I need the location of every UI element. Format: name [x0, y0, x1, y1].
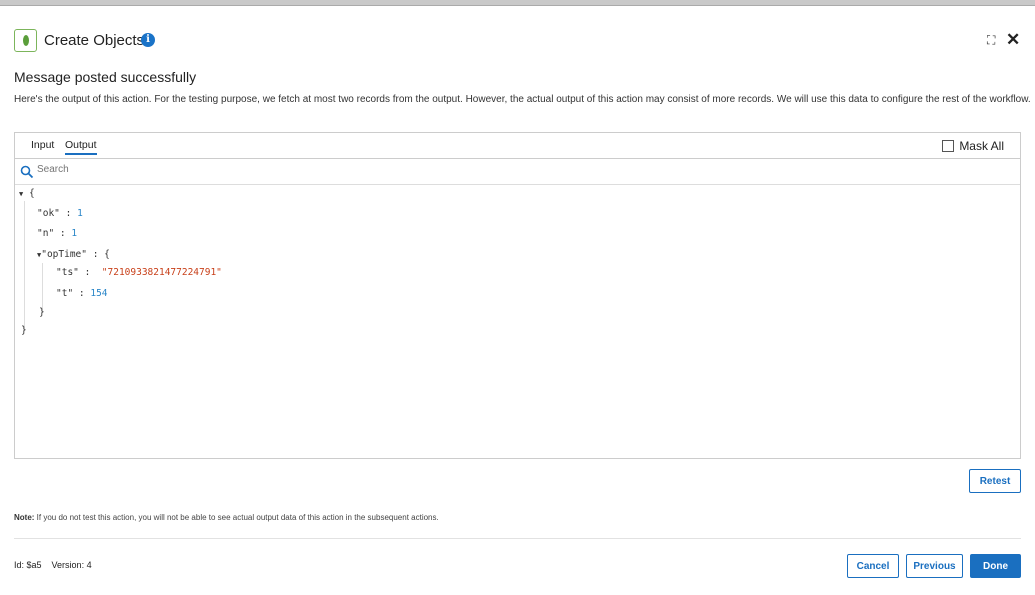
footer-meta: Id: $a5 Version: 4 [14, 560, 92, 570]
output-panel: Input Output Mask All ▼ { "ok" : 1 "n" :… [14, 132, 1021, 459]
action-id: Id: $a5 [14, 560, 42, 570]
json-brace: } [21, 325, 27, 336]
retest-button[interactable]: Retest [969, 469, 1021, 493]
json-row-ts: "ts" : "7210933821477224791" [56, 267, 222, 278]
tree-guide [42, 263, 43, 313]
json-row-n: "n" : 1 [37, 228, 78, 239]
description: Here's the output of this action. For th… [14, 94, 1031, 105]
search-bar [15, 159, 1020, 185]
json-row-ok: "ok" : 1 [37, 208, 83, 219]
expand-icon[interactable]: ⛶ [987, 33, 995, 48]
info-icon[interactable]: i [141, 33, 155, 47]
mongodb-app-icon [14, 29, 37, 52]
search-icon [20, 165, 34, 179]
mask-all-checkbox[interactable]: Mask All [942, 139, 1004, 153]
divider [14, 538, 1021, 539]
top-strip [0, 0, 1035, 6]
previous-button[interactable]: Previous [906, 554, 963, 578]
tab-input[interactable]: Input [31, 139, 54, 151]
status-heading: Message posted successfully [14, 69, 197, 85]
json-row-t: "t" : 154 [56, 288, 108, 299]
done-button[interactable]: Done [970, 554, 1021, 578]
tab-output[interactable]: Output [65, 139, 97, 155]
version: Version: 4 [51, 560, 92, 570]
json-brace: } [39, 307, 45, 318]
note: Note: If you do not test this action, yo… [14, 513, 439, 522]
close-icon[interactable]: ✕ [1006, 30, 1020, 50]
tab-bar: Input Output Mask All [15, 133, 1020, 159]
mask-all-label: Mask All [959, 139, 1004, 153]
checkbox-box[interactable] [942, 140, 955, 152]
collapse-toggle-icon[interactable]: ▼ [19, 190, 23, 198]
leaf-icon [22, 35, 29, 46]
tree-guide [24, 201, 25, 331]
json-brace: { [28, 188, 35, 199]
json-row-optime: ▼"opTime" : { [37, 249, 110, 260]
dialog-title: Create Objects [44, 32, 145, 49]
cancel-button[interactable]: Cancel [847, 554, 899, 578]
search-input[interactable] [37, 164, 337, 175]
